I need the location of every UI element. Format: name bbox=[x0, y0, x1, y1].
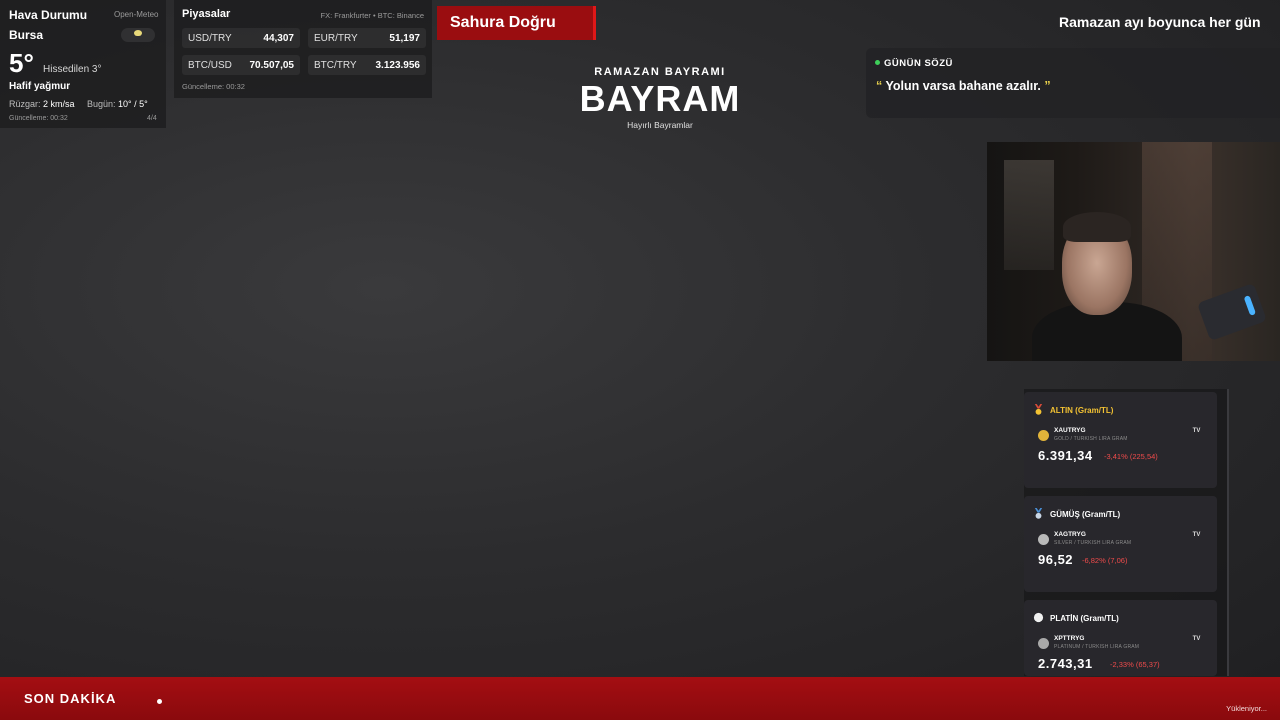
commodity-symbol: XPTTRYG bbox=[1054, 635, 1085, 642]
rate-value: 51,197 bbox=[389, 33, 420, 44]
rate-value: 44,307 bbox=[263, 33, 294, 44]
rate-label: BTC/USD bbox=[188, 60, 232, 71]
commodity-title: GÜMÜŞ (Gram/TL) bbox=[1050, 510, 1121, 519]
gold-coin-icon bbox=[1038, 430, 1049, 441]
commodity-change: -2,33% (65,37) bbox=[1110, 660, 1160, 669]
webcam-feed bbox=[987, 142, 1280, 361]
quote-open-mark: “ bbox=[876, 79, 883, 93]
silver-coin-icon bbox=[1038, 534, 1049, 545]
weather-condition: Hafif yağmur bbox=[9, 81, 71, 92]
weather-city: Bursa bbox=[9, 28, 44, 42]
today-value: 10° / 5° bbox=[118, 99, 148, 109]
weather-widget: Hava Durumu Open-Meteo Bursa 5° Hissedil… bbox=[0, 0, 166, 128]
commodity-title: ALTIN (Gram/TL) bbox=[1050, 406, 1114, 415]
loading-status: Yükleniyor... bbox=[1226, 704, 1267, 713]
sahur-label: Sahura Doğru bbox=[450, 14, 556, 31]
tradingview-logo-icon: TV bbox=[1192, 532, 1201, 538]
weather-wind: Rüzgar: 2 km/sa bbox=[9, 99, 75, 109]
commodities-panel: ALTIN (Gram/TL) XAUTRYG GOLD / TURKISH L… bbox=[1024, 389, 1229, 676]
commodity-description: GOLD / TURKISH LIRA GRAM bbox=[1054, 436, 1128, 442]
rate-btc-usd: BTC/USD 70.507,05 bbox=[182, 55, 300, 75]
weather-temperature: 5° bbox=[9, 48, 34, 78]
commodity-price: 2.743,31 bbox=[1038, 656, 1093, 671]
wind-label: Rüzgar: bbox=[9, 99, 41, 109]
wind-value: 2 km/sa bbox=[43, 99, 75, 109]
today-label: Bugün: bbox=[87, 99, 116, 109]
commodity-card-gold: ALTIN (Gram/TL) XAUTRYG GOLD / TURKISH L… bbox=[1024, 392, 1217, 488]
markets-widget: Piyasalar FX: Frankfurter • BTC: Binance… bbox=[174, 0, 432, 98]
top-ticker-text: Ramazan ayı boyunca her gün bbox=[1059, 14, 1261, 30]
tradingview-logo-icon: TV bbox=[1192, 636, 1201, 642]
rate-value: 70.507,05 bbox=[249, 60, 295, 71]
weather-updated: Güncelleme: 00:32 bbox=[9, 115, 68, 122]
breaking-news-label: SON DAKİKA bbox=[24, 691, 117, 706]
commodity-price: 96,52 bbox=[1038, 552, 1074, 567]
sahur-badge: Sahura Doğru bbox=[437, 6, 596, 40]
commodity-description: PLATINUM / TURKISH LIRA GRAM bbox=[1054, 644, 1140, 650]
platinum-circle-icon bbox=[1033, 612, 1044, 623]
weather-title: Hava Durumu bbox=[9, 8, 88, 22]
commodity-card-platinum: PLATİN (Gram/TL) XPTTRYG PLATINUM / TURK… bbox=[1024, 600, 1217, 676]
partly-cloudy-icon bbox=[121, 28, 155, 42]
live-dot-icon bbox=[875, 60, 880, 65]
bayram-wish: Hayırlı Bayramlar bbox=[627, 120, 693, 130]
commodity-change: -3,41% (225,54) bbox=[1104, 452, 1158, 461]
markets-updated: Güncelleme: 00:32 bbox=[182, 82, 245, 91]
quote-text: Yolun varsa bahane azalır. bbox=[885, 79, 1041, 93]
breaking-news-bar: SON DAKİKA Yükleniyor... bbox=[0, 677, 1280, 720]
weather-source: Open-Meteo bbox=[114, 10, 159, 19]
commodity-symbol: XAGTRYG bbox=[1054, 531, 1086, 538]
commodity-card-silver: GÜMÜŞ (Gram/TL) XAGTRYG SILVER / TURKISH… bbox=[1024, 496, 1217, 592]
weather-page-indicator: 4/4 bbox=[147, 115, 157, 122]
quote-heading: GÜNÜN SÖZÜ bbox=[884, 58, 953, 69]
commodity-title: PLATİN (Gram/TL) bbox=[1050, 614, 1119, 623]
bayram-title: BAYRAM bbox=[579, 78, 741, 119]
markets-title: Piyasalar bbox=[182, 8, 231, 20]
medal-icon bbox=[1034, 404, 1043, 415]
weather-feels-like: Hissedilen 3° bbox=[43, 64, 102, 75]
commodity-change: -6,82% (7,06) bbox=[1082, 556, 1128, 565]
bayram-subtitle: RAMAZAN BAYRAMI bbox=[594, 66, 726, 78]
markets-source: FX: Frankfurter • BTC: Binance bbox=[320, 11, 425, 20]
quote-text-line: “ Yolun varsa bahane azalır. ” bbox=[876, 79, 1051, 93]
tradingview-logo-icon: TV bbox=[1192, 428, 1201, 434]
separator-dot-icon bbox=[157, 699, 162, 704]
weather-today: Bugün: 10° / 5° bbox=[87, 99, 148, 109]
commodity-price: 6.391,34 bbox=[1038, 448, 1093, 463]
rate-label: USD/TRY bbox=[188, 33, 232, 44]
commodity-description: SILVER / TURKISH LIRA GRAM bbox=[1054, 540, 1132, 546]
quote-of-day: GÜNÜN SÖZÜ “ Yolun varsa bahane azalır. … bbox=[866, 48, 1280, 118]
rate-value: 3.123.956 bbox=[375, 60, 421, 71]
quote-close-mark: ” bbox=[1044, 79, 1051, 93]
medal-icon bbox=[1034, 508, 1043, 519]
rate-label: BTC/TRY bbox=[314, 60, 357, 71]
commodity-symbol: XAUTRYG bbox=[1054, 427, 1086, 434]
rate-btc-try: BTC/TRY 3.123.956 bbox=[308, 55, 426, 75]
rate-eur-try: EUR/TRY 51,197 bbox=[308, 28, 426, 48]
platinum-coin-icon bbox=[1038, 638, 1049, 649]
rate-label: EUR/TRY bbox=[314, 33, 358, 44]
rate-usd-try: USD/TRY 44,307 bbox=[182, 28, 300, 48]
